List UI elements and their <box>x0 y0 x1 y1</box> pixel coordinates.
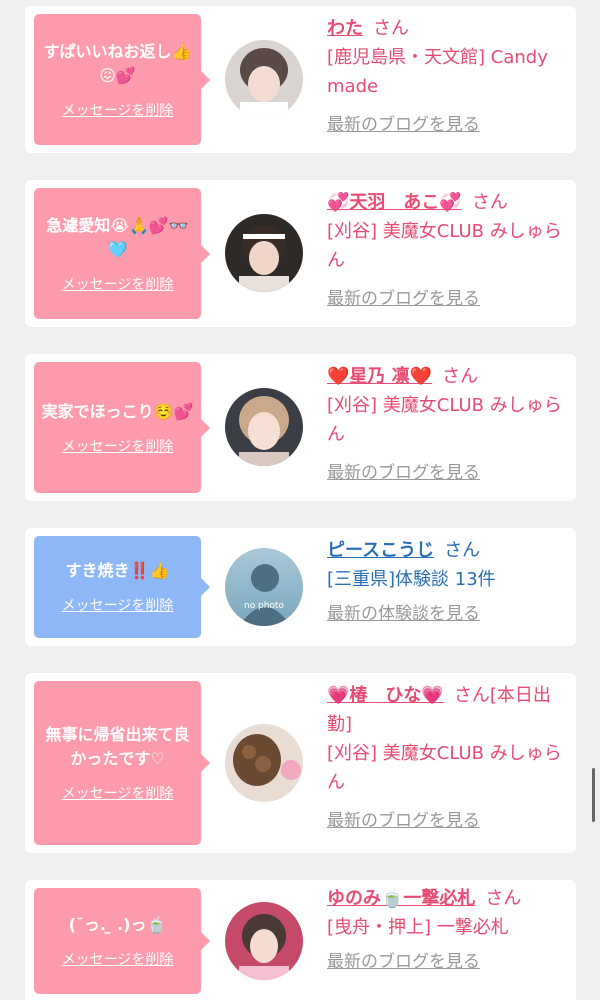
latest-blog-link[interactable]: 最新のブログを見る <box>327 807 480 836</box>
profile-name-link[interactable]: ❤️星乃 凛❤️ <box>327 366 432 387</box>
avatar[interactable] <box>225 214 303 292</box>
shop-label: [曳舟・押上] 一撃必札 <box>327 917 509 938</box>
profile-info: ゆのみ🍵一撃必札 さん [曳舟・押上] 一撃必札 最新のブログを見る <box>327 884 567 977</box>
message-text: 無事に帰省出来て良かったです♡ <box>45 725 190 768</box>
message-text: 急遽愛知😭🙏💕👓🩵 <box>46 215 189 259</box>
honorific: さん <box>485 888 522 909</box>
message-card: すき焼き‼️👍 メッセージを削除 no photo ピースこうじ さん [三重県]… <box>25 528 576 646</box>
profile-info: 💞天羽 あこ💞 さん [刈谷] 美魔女CLUB みしゅらん 最新のブログを見る <box>327 188 567 314</box>
latest-blog-link[interactable]: 最新のブログを見る <box>327 948 480 977</box>
profile-name-link[interactable]: 💞天羽 あこ💞 <box>327 192 462 213</box>
avatar[interactable] <box>225 724 303 802</box>
profile-name-link[interactable]: 💗椿 ひな💗 <box>327 685 444 706</box>
message-card: 実家でほっこり☺️💕 メッセージを削除 ❤️星乃 凛❤️ さん [刈谷] 美魔女C… <box>25 354 576 501</box>
profile-name-link[interactable]: ゆのみ🍵一撃必札 <box>327 888 475 909</box>
delete-message-link[interactable]: メッセージを削除 <box>62 436 174 456</box>
no-photo-label: no photo <box>244 601 285 611</box>
shop-label: [刈谷] 美魔女CLUB みしゅらん <box>327 743 562 793</box>
profile-info: ❤️星乃 凛❤️ さん [刈谷] 美魔女CLUB みしゅらん 最新のブログを見る <box>327 362 567 488</box>
profile-name-link[interactable]: わた <box>327 18 363 39</box>
delete-message-link[interactable]: メッセージを削除 <box>62 949 174 969</box>
delete-message-link[interactable]: メッセージを削除 <box>62 783 174 803</box>
delete-message-link[interactable]: メッセージを削除 <box>62 595 174 615</box>
delete-message-link[interactable]: メッセージを削除 <box>62 100 174 120</box>
avatar[interactable]: no photo <box>225 548 303 626</box>
latest-blog-link[interactable]: 最新のブログを見る <box>327 459 480 488</box>
honorific: さん <box>444 540 481 561</box>
avatar-photo <box>225 902 303 980</box>
message-card: 急遽愛知😭🙏💕👓🩵 メッセージを削除 💞天羽 あこ💞 さん [刈谷] 美魔女CLU… <box>25 180 576 327</box>
message-text: 実家でほっこり☺️💕 <box>41 401 194 421</box>
shop-label: [刈谷] 美魔女CLUB みしゅらん <box>327 221 562 271</box>
message-text: すき焼き‼️👍 <box>65 561 170 580</box>
scrollbar[interactable] <box>592 768 595 822</box>
honorific: さん <box>453 685 490 706</box>
avatar[interactable] <box>225 40 303 118</box>
latest-experience-link[interactable]: 最新の体験談を見る <box>327 600 480 629</box>
avatar-photo <box>225 724 303 802</box>
honorific: さん <box>442 366 479 387</box>
message-text: すぱいいねお返し👍😖💕 <box>43 41 192 85</box>
profile-info: 💗椿 ひな💗 さん[本日出勤] [刈谷] 美魔女CLUB みしゅらん 最新のブログ… <box>327 681 567 836</box>
profile-info: ピースこうじ さん [三重県]体験談 13件 最新の体験談を見る <box>327 536 567 629</box>
profile-info: わた さん [鹿児島県・天文館] Candy made 最新のブログを見る <box>327 14 567 140</box>
delete-message-link[interactable]: メッセージを削除 <box>62 274 174 294</box>
message-bubble: 急遽愛知😭🙏💕👓🩵 メッセージを削除 <box>34 188 210 319</box>
latest-blog-link[interactable]: 最新のブログを見る <box>327 111 480 140</box>
message-bubble: すき焼き‼️👍 メッセージを削除 <box>34 536 210 638</box>
shop-label: [鹿児島県・天文館] Candy made <box>327 47 548 97</box>
message-bubble: 実家でほっこり☺️💕 メッセージを削除 <box>34 362 210 493</box>
message-bubble: すぱいいねお返し👍😖💕 メッセージを削除 <box>34 14 210 145</box>
message-card: 無事に帰省出来て良かったです♡ メッセージを削除 💗椿 ひな💗 さん[本日出勤] … <box>25 673 576 853</box>
message-bubble: 無事に帰省出来て良かったです♡ メッセージを削除 <box>34 681 210 845</box>
avatar-photo <box>225 214 303 292</box>
profile-name-link[interactable]: ピースこうじ <box>327 540 434 561</box>
shop-label: [刈谷] 美魔女CLUB みしゅらん <box>327 395 562 445</box>
message-card: すぱいいねお返し👍😖💕 メッセージを削除 わた さん [鹿児島県・天文館] Can… <box>25 6 576 153</box>
shop-label: [三重県]体験談 13件 <box>327 569 496 590</box>
honorific: さん <box>373 18 409 39</box>
avatar-photo: no photo <box>225 548 303 626</box>
avatar[interactable] <box>225 388 303 466</box>
message-bubble: (˘っ. ̫ .)っ🍵 メッセージを削除 <box>34 888 210 994</box>
message-text: (˘っ. ̫ .)っ🍵 <box>68 915 167 934</box>
message-card: (˘っ. ̫ .)っ🍵 メッセージを削除 ゆのみ🍵一撃必札 さん [曳舟・押上] … <box>25 880 576 1000</box>
honorific: さん <box>471 192 508 213</box>
avatar-photo <box>225 388 303 466</box>
latest-blog-link[interactable]: 最新のブログを見る <box>327 285 480 314</box>
avatar-photo <box>225 40 303 118</box>
avatar[interactable] <box>225 902 303 980</box>
